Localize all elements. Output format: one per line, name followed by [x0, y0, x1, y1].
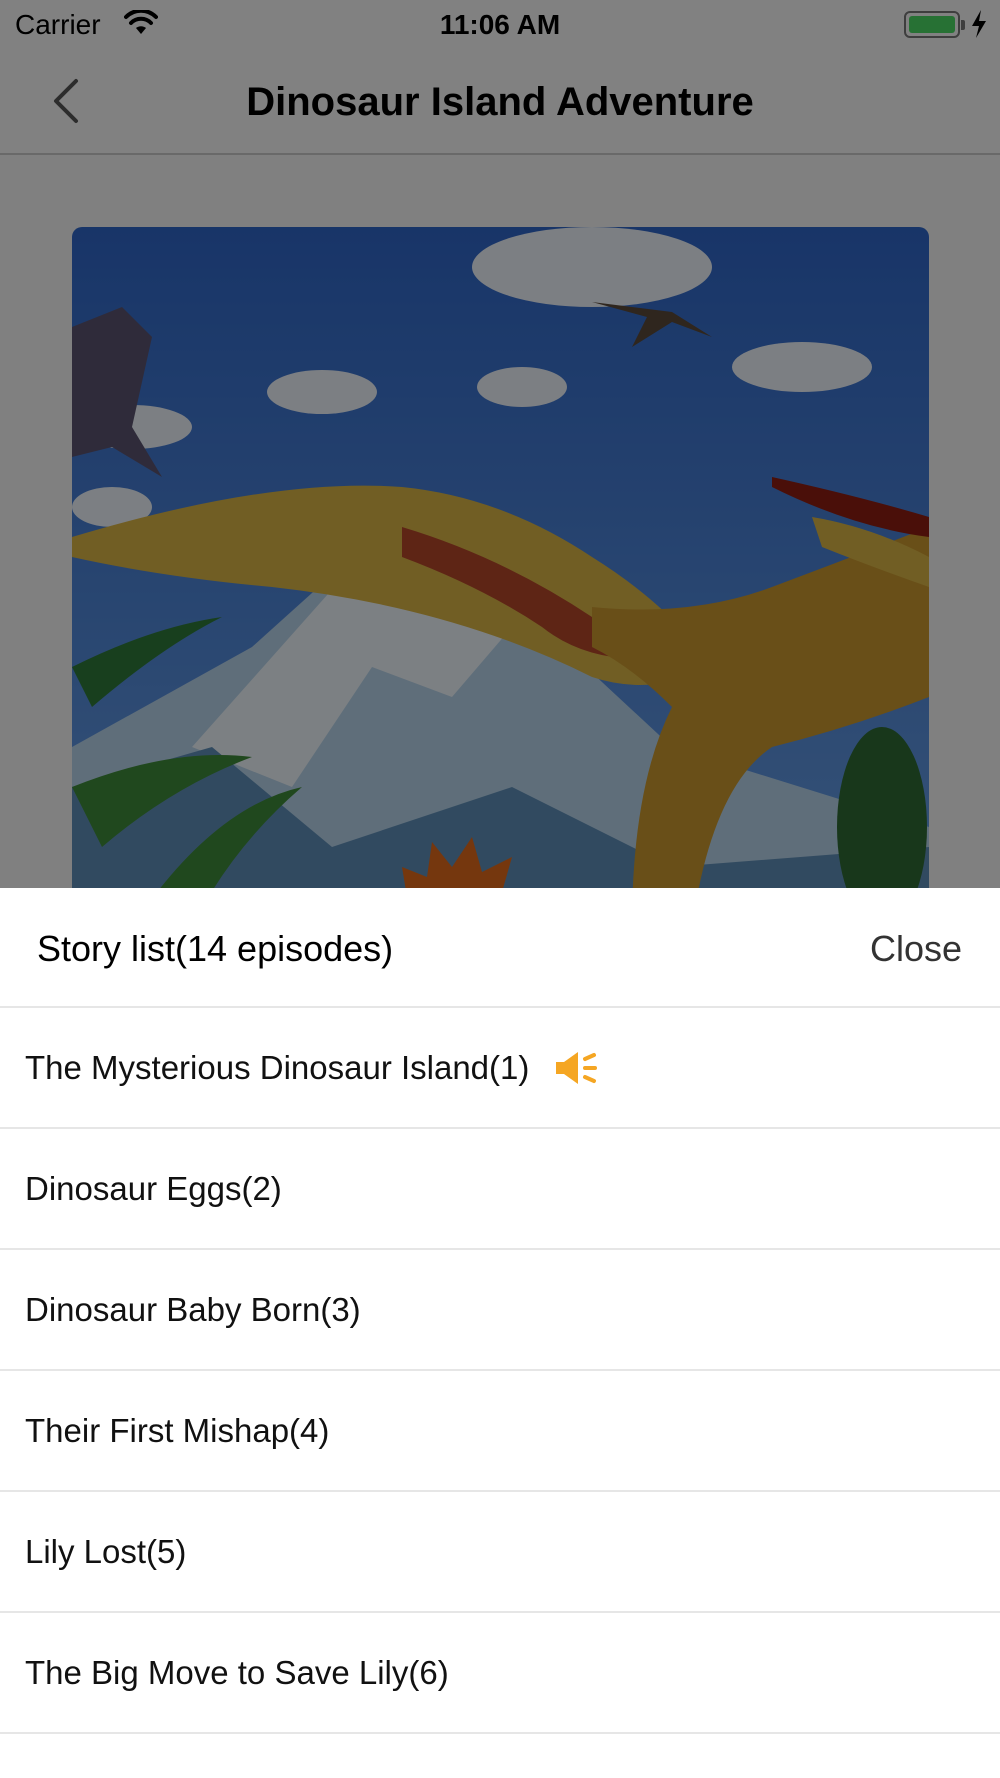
dim-overlay[interactable]	[0, 0, 1000, 888]
episode-item-2[interactable]: Dinosaur Eggs(2)	[0, 1129, 1000, 1250]
story-list-title: Story list(14 episodes)	[37, 928, 394, 969]
episode-label: The Mysterious Dinosaur Island(1)	[25, 1048, 530, 1086]
episode-label: Dinosaur Baby Born(3)	[25, 1290, 361, 1328]
close-button[interactable]: Close	[870, 928, 962, 970]
story-list-sheet: Story list(14 episodes) Close The Myster…	[0, 888, 1000, 1778]
episode-item-3[interactable]: Dinosaur Baby Born(3)	[0, 1250, 1000, 1371]
now-playing-speaker-icon	[556, 1051, 598, 1084]
episode-label: Dinosaur Eggs(2)	[25, 1169, 282, 1207]
episode-label: Lily Lost(5)	[25, 1532, 187, 1570]
episode-label: Their First Mishap(4)	[25, 1411, 330, 1449]
episode-item-1[interactable]: The Mysterious Dinosaur Island(1)	[0, 1008, 1000, 1129]
sheet-header: Story list(14 episodes) Close	[0, 888, 1000, 1008]
episode-item-6[interactable]: The Big Move to Save Lily(6)	[0, 1613, 1000, 1734]
episode-label: The Big Move to Save Lily(6)	[25, 1653, 449, 1691]
episode-item-4[interactable]: Their First Mishap(4)	[0, 1371, 1000, 1492]
episode-item-5[interactable]: Lily Lost(5)	[0, 1492, 1000, 1613]
